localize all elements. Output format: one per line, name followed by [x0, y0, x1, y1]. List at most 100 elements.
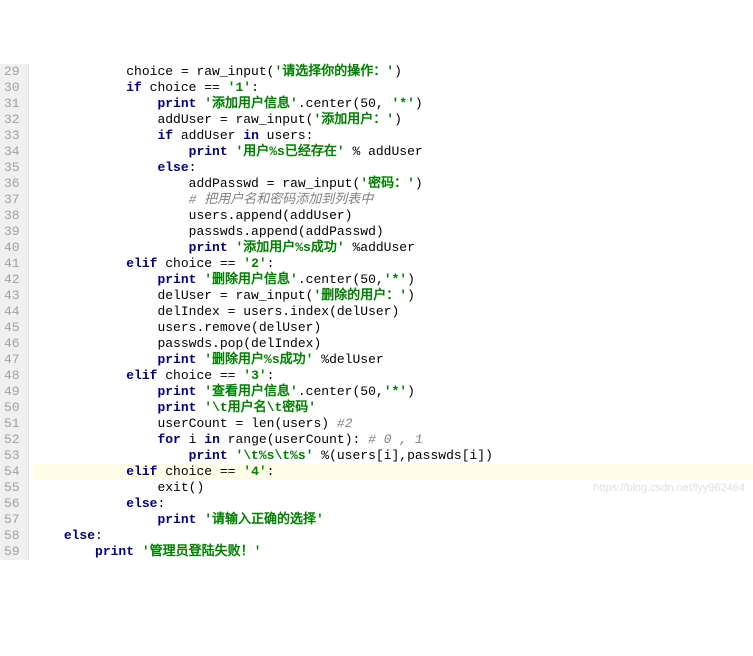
token: : — [251, 80, 259, 95]
token-str: '删除用户%s成功' — [204, 352, 313, 367]
line-number: 49 — [4, 384, 20, 400]
code-line[interactable]: print '查看用户信息'.center(50,'*') — [33, 384, 753, 400]
token-kw: print — [157, 352, 204, 367]
code-line[interactable]: for i in range(userCount): # 0 , 1 — [33, 432, 753, 448]
token-str: '请输入正确的选择' — [204, 512, 324, 527]
token: : — [267, 256, 275, 271]
code-line[interactable]: elif choice == '3': — [33, 368, 753, 384]
token-cmt: # 把用户名和密码添加到列表中 — [189, 192, 374, 207]
token-str: '添加用户%s成功' — [235, 240, 344, 255]
token: : — [267, 464, 275, 479]
token: users.remove(delUser) — [157, 320, 321, 335]
line-number: 36 — [4, 176, 20, 192]
code-line[interactable]: print '\t%s\t%s' %(users[i],passwds[i]) — [33, 448, 753, 464]
token-kw: in — [243, 128, 266, 143]
token-str: '删除用户信息' — [204, 272, 298, 287]
token-str: '删除的用户：' — [313, 288, 407, 303]
line-number: 53 — [4, 448, 20, 464]
token-kw: print — [157, 96, 204, 111]
line-number: 47 — [4, 352, 20, 368]
line-number: 41 — [4, 256, 20, 272]
code-line[interactable]: else: — [33, 496, 753, 512]
token: %addUser — [345, 240, 415, 255]
code-line[interactable]: print '用户%s已经存在' % addUser — [33, 144, 753, 160]
code-line[interactable]: print '删除用户信息'.center(50,'*') — [33, 272, 753, 288]
token-kw: print — [157, 512, 204, 527]
token: % addUser — [345, 144, 423, 159]
token: delUser = — [157, 288, 235, 303]
line-number-gutter: 2930313233343536373839404142434445464748… — [0, 64, 29, 560]
token: : — [189, 160, 197, 175]
code-line[interactable]: passwds.append(addPasswd) — [33, 224, 753, 240]
token: ) — [407, 272, 415, 287]
line-number: 48 — [4, 368, 20, 384]
code-line[interactable]: print '管理员登陆失败！' — [33, 544, 753, 560]
token: : — [157, 496, 165, 511]
code-line[interactable]: choice = raw_input('请选择你的操作：') — [33, 64, 753, 80]
code-line[interactable]: print '添加用户信息'.center(50, '*') — [33, 96, 753, 112]
token-str: '\t%s\t%s' — [235, 448, 313, 463]
line-number: 40 — [4, 240, 20, 256]
token: : — [95, 528, 103, 543]
token-str: '查看用户信息' — [204, 384, 298, 399]
token-fn: raw_input — [196, 64, 266, 79]
line-number: 37 — [4, 192, 20, 208]
line-number: 35 — [4, 160, 20, 176]
token-str: '*' — [384, 272, 407, 287]
token: choice == — [150, 80, 228, 95]
token: 50 — [360, 384, 376, 399]
token: choice == — [165, 256, 243, 271]
code-line[interactable]: elif choice == '4': — [33, 464, 753, 480]
code-line[interactable]: delIndex = users.index(delUser) — [33, 304, 753, 320]
token-kw: elif — [126, 368, 165, 383]
code-line[interactable]: userCount = len(users) #2 — [33, 416, 753, 432]
token: ) — [407, 384, 415, 399]
token-kw: else — [126, 496, 157, 511]
line-number: 55 — [4, 480, 20, 496]
token: users: — [267, 128, 314, 143]
code-line[interactable]: delUser = raw_input('删除的用户：') — [33, 288, 753, 304]
line-number: 50 — [4, 400, 20, 416]
code-line[interactable]: addUser = raw_input('添加用户：') — [33, 112, 753, 128]
line-number: 44 — [4, 304, 20, 320]
token-kw: if — [157, 128, 180, 143]
token: addUser — [181, 128, 243, 143]
line-number: 43 — [4, 288, 20, 304]
token: %delUser — [313, 352, 383, 367]
token: passwds.pop(delIndex) — [157, 336, 321, 351]
code-line[interactable]: elif choice == '2': — [33, 256, 753, 272]
code-line[interactable]: users.append(addUser) — [33, 208, 753, 224]
code-line[interactable]: print '添加用户%s成功' %addUser — [33, 240, 753, 256]
token-str: '请选择你的操作：' — [274, 64, 394, 79]
line-number: 42 — [4, 272, 20, 288]
token: ) — [394, 112, 402, 127]
code-line[interactable]: if choice == '1': — [33, 80, 753, 96]
token: choice == — [165, 368, 243, 383]
line-number: 52 — [4, 432, 20, 448]
token-cmt: # 0 , 1 — [368, 432, 423, 447]
line-number: 58 — [4, 528, 20, 544]
line-number: 45 — [4, 320, 20, 336]
token-fn: raw_input — [235, 288, 305, 303]
code-line[interactable]: if addUser in users: — [33, 128, 753, 144]
line-number: 57 — [4, 512, 20, 528]
code-line[interactable]: passwds.pop(delIndex) — [33, 336, 753, 352]
code-line[interactable]: print '删除用户%s成功' %delUser — [33, 352, 753, 368]
code-line[interactable]: else: — [33, 528, 753, 544]
token-kw: print — [189, 144, 236, 159]
token: 50 — [360, 96, 376, 111]
token-str: '3' — [243, 368, 266, 383]
code-line[interactable]: else: — [33, 160, 753, 176]
code-line[interactable]: # 把用户名和密码添加到列表中 — [33, 192, 753, 208]
token: ) — [407, 288, 415, 303]
code-line[interactable]: print '\t用户名\t密码' — [33, 400, 753, 416]
token-kw: print — [189, 240, 236, 255]
code-line[interactable]: addPasswd = raw_input('密码：') — [33, 176, 753, 192]
token: .center( — [298, 384, 360, 399]
code-line[interactable]: users.remove(delUser) — [33, 320, 753, 336]
code-line[interactable]: print '请输入正确的选择' — [33, 512, 753, 528]
token: %(users[i],passwds[i]) — [313, 448, 492, 463]
token-str: '2' — [243, 256, 266, 271]
token-str: '管理员登陆失败！' — [142, 544, 262, 559]
line-number: 34 — [4, 144, 20, 160]
